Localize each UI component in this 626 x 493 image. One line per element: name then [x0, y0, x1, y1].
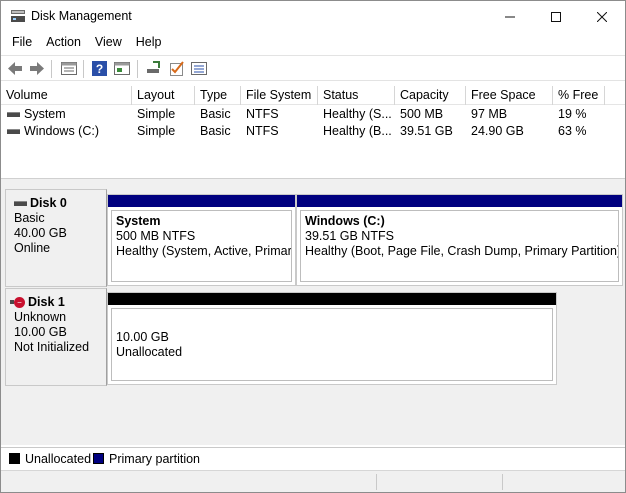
legend-swatch-unallocated: [9, 453, 20, 464]
minimize-button[interactable]: [487, 1, 533, 32]
cell-free-space: 97 MB: [471, 107, 508, 121]
cell-type: Basic: [200, 107, 231, 121]
cell-free-space: 24.90 GB: [471, 124, 524, 138]
disk-1-name: Disk 1: [28, 295, 65, 309]
column-header-percent-free[interactable]: % Free: [553, 86, 605, 105]
column-header-type[interactable]: Type: [195, 86, 241, 105]
disk-management-window: Disk Management File Action View Help ? …: [0, 0, 626, 493]
minimize-icon: [505, 16, 515, 17]
column-header-layout[interactable]: Layout: [132, 86, 195, 105]
disk-0-size: 40.00 GB: [14, 226, 67, 240]
partition-size-fs: 39.51 GB NTFS: [305, 229, 394, 243]
window-title: Disk Management: [31, 9, 132, 23]
svg-text:?: ?: [96, 62, 103, 76]
toolbar-separator: [83, 60, 84, 78]
cell-capacity: 500 MB: [400, 107, 444, 121]
partition-details: 10.00 GB Unallocated: [111, 308, 553, 381]
connect-icon[interactable]: [145, 60, 163, 77]
status-bar-segment: [377, 474, 503, 490]
legend-swatch-primary: [93, 453, 104, 464]
menu-bar: File Action View Help: [1, 32, 625, 54]
partition-name: Windows (C:): [305, 214, 385, 228]
disk-management-app-icon: [11, 10, 25, 22]
cell-file-system: NTFS: [246, 107, 279, 121]
disk-error-icon: −: [10, 297, 25, 309]
toolbar-separator: [137, 60, 138, 78]
partition-type-bar: [108, 293, 556, 305]
check-icon[interactable]: [168, 60, 186, 77]
toolbar-separator: [51, 60, 52, 78]
disk-0-type: Basic: [14, 211, 45, 225]
cell-status: Healthy (B...: [323, 124, 392, 138]
partition-size-fs: 500 MB NTFS: [116, 229, 196, 243]
disk-graphical-view: Disk 0 Basic 40.00 GB Online System 500 …: [1, 184, 625, 445]
disk-drive-icon: [14, 201, 27, 207]
disk-1-state: Not Initialized: [14, 340, 90, 354]
partition-details: System 500 MB NTFS Healthy (System, Acti…: [111, 210, 292, 282]
back-arrow-icon[interactable]: [6, 60, 24, 77]
menu-action[interactable]: Action: [39, 32, 88, 54]
status-bar: [1, 470, 625, 492]
show-hide-icon[interactable]: [113, 60, 131, 77]
disk-1-type: Unknown: [14, 310, 67, 324]
cell-status: Healthy (S...: [323, 107, 392, 121]
table-row[interactable]: System Simple Basic NTFS Healthy (S... 5…: [1, 106, 625, 123]
partition-status: Healthy (Boot, Page File, Crash Dump, Pr…: [305, 244, 619, 258]
legend-label-primary: Primary partition: [109, 452, 200, 466]
partition-windows-c[interactable]: Windows (C:) 39.51 GB NTFS Healthy (Boot…: [296, 194, 623, 286]
partition-details: Windows (C:) 39.51 GB NTFS Healthy (Boot…: [300, 210, 619, 282]
cell-capacity: 39.51 GB: [400, 124, 453, 138]
partition-size: 10.00 GB: [116, 330, 169, 344]
column-header-volume[interactable]: Volume: [1, 86, 132, 105]
disk-1-label[interactable]: − Disk 1 Unknown 10.00 GB Not Initialized: [5, 288, 107, 386]
settings-list-icon[interactable]: [190, 60, 208, 77]
menu-help[interactable]: Help: [129, 32, 169, 54]
partition-name: System: [116, 214, 161, 228]
cell-layout: Simple: [137, 124, 176, 138]
forward-arrow-icon[interactable]: [28, 60, 46, 77]
disk-0-state: Online: [14, 241, 51, 255]
cell-file-system: NTFS: [246, 124, 279, 138]
partition-system[interactable]: System 500 MB NTFS Healthy (System, Acti…: [107, 194, 296, 286]
cell-layout: Simple: [137, 107, 176, 121]
partition-unallocated[interactable]: 10.00 GB Unallocated: [107, 292, 557, 385]
disk-1-size: 10.00 GB: [14, 325, 67, 339]
table-row[interactable]: Windows (C:) Simple Basic NTFS Healthy (…: [1, 123, 625, 140]
toolbar: ?: [1, 55, 625, 81]
properties-icon[interactable]: [60, 60, 78, 77]
maximize-icon: [551, 11, 561, 22]
maximize-button[interactable]: [533, 1, 579, 32]
partition-status: Healthy (System, Active, Primary: [116, 244, 292, 258]
help-icon[interactable]: ?: [91, 60, 109, 77]
close-icon: [597, 11, 607, 22]
partition-type-bar: [108, 195, 295, 207]
partition-type-bar: [297, 195, 622, 207]
status-bar-segment: [1, 474, 377, 490]
column-header-capacity[interactable]: Capacity: [395, 86, 466, 105]
column-header-free-space[interactable]: Free Space: [466, 86, 553, 105]
partition-label: Unallocated: [116, 345, 183, 359]
menu-file[interactable]: File: [5, 32, 39, 54]
cell-percent-free: 63 %: [558, 124, 587, 138]
close-button[interactable]: [579, 1, 625, 32]
cell-volume: System: [24, 107, 66, 121]
disk-0-name: Disk 0: [30, 196, 67, 210]
cell-percent-free: 19 %: [558, 107, 587, 121]
legend: Unallocated Primary partition: [1, 447, 625, 469]
volume-list-header: Volume Layout Type File System Status Ca…: [1, 86, 625, 105]
legend-label-unallocated: Unallocated: [25, 452, 92, 466]
title-bar: Disk Management: [1, 1, 625, 32]
column-header-file-system[interactable]: File System: [241, 86, 318, 105]
column-header-status[interactable]: Status: [318, 86, 395, 105]
cell-volume: Windows (C:): [24, 124, 100, 138]
disk-0-label[interactable]: Disk 0 Basic 40.00 GB Online: [5, 189, 107, 287]
volume-list[interactable]: Volume Layout Type File System Status Ca…: [1, 86, 625, 178]
menu-view[interactable]: View: [88, 32, 129, 54]
cell-type: Basic: [200, 124, 231, 138]
